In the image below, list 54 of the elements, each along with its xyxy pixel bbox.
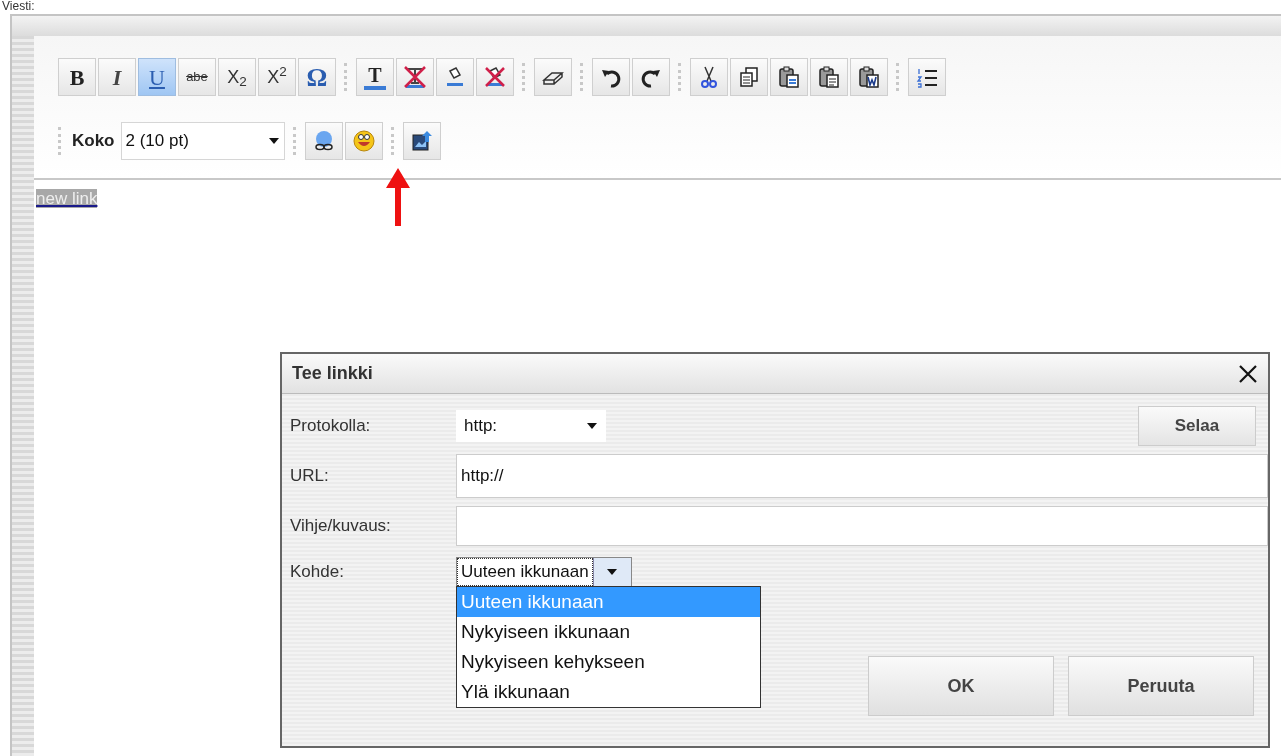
size-label: Koko [72, 130, 115, 153]
redo-button[interactable] [632, 58, 670, 96]
fill-remove-button[interactable] [476, 58, 514, 96]
ok-button[interactable]: OK [868, 656, 1054, 716]
format-button[interactable]: B [58, 58, 96, 96]
undo-button[interactable] [592, 58, 630, 96]
field-label: Protokolla: [290, 415, 372, 438]
caret-icon [267, 137, 280, 145]
color-button[interactable]: T [356, 58, 394, 96]
caret-icon [606, 568, 619, 576]
format-button[interactable]: X$_{2}$ [218, 58, 256, 96]
clipboard-icon [777, 65, 801, 89]
protocol-select[interactable]: http: [456, 410, 606, 442]
url-field[interactable]: http:// [456, 454, 1268, 498]
copy-button[interactable] [730, 58, 768, 96]
field-label: Kohde: [290, 561, 345, 584]
list-button[interactable] [908, 58, 946, 96]
color-remove-button[interactable] [396, 58, 434, 96]
close-icon[interactable] [1238, 363, 1258, 384]
size-select[interactable]: 2 (10 pt) [120, 122, 285, 160]
eraser-button[interactable] [534, 58, 572, 96]
cut-button[interactable] [690, 58, 728, 96]
fill-button[interactable] [436, 58, 474, 96]
paste-word-button[interactable] [850, 58, 888, 96]
browse-button[interactable]: Selaa [1138, 406, 1256, 446]
caret-icon [586, 422, 598, 430]
dropdown-option[interactable]: Ylä ikkunaan [457, 677, 760, 707]
format-button[interactable]: X$^{2}$ [258, 58, 296, 96]
page-heading: Viesti: [2, 0, 35, 13]
arrow-icon [386, 168, 410, 226]
target-select[interactable]: Uuteen ikkunaan [456, 557, 632, 587]
format-button[interactable]: U [138, 58, 176, 96]
format-button[interactable]: abe [178, 58, 216, 96]
smiley-icon [351, 129, 376, 153]
dropdown-option[interactable]: Nykyiseen kehykseen [457, 647, 760, 677]
dialog-title: Tee linkki [292, 362, 373, 385]
paint-bucket-cross-icon [483, 65, 507, 89]
image-upload-icon [409, 129, 434, 153]
field-label: URL: [290, 465, 330, 488]
clipboard-icon [817, 65, 841, 89]
smiley-button[interactable] [344, 122, 383, 160]
format-button[interactable]: Ω [298, 58, 336, 96]
text-color-cross-icon [403, 65, 427, 89]
hint-field[interactable] [456, 506, 1268, 546]
copy-icon [737, 65, 761, 89]
format-button[interactable]: I [98, 58, 136, 96]
field-label: Vihje/kuvaus: [290, 515, 392, 538]
dropdown-option[interactable]: Nykyiseen ikkunaan [457, 617, 760, 647]
paste-text-button[interactable] [810, 58, 848, 96]
link-button[interactable] [304, 122, 343, 160]
cancel-button[interactable]: Peruuta [1068, 656, 1254, 716]
image-button[interactable] [402, 122, 441, 160]
paste-word-icon [857, 65, 881, 89]
paste-button[interactable] [770, 58, 808, 96]
